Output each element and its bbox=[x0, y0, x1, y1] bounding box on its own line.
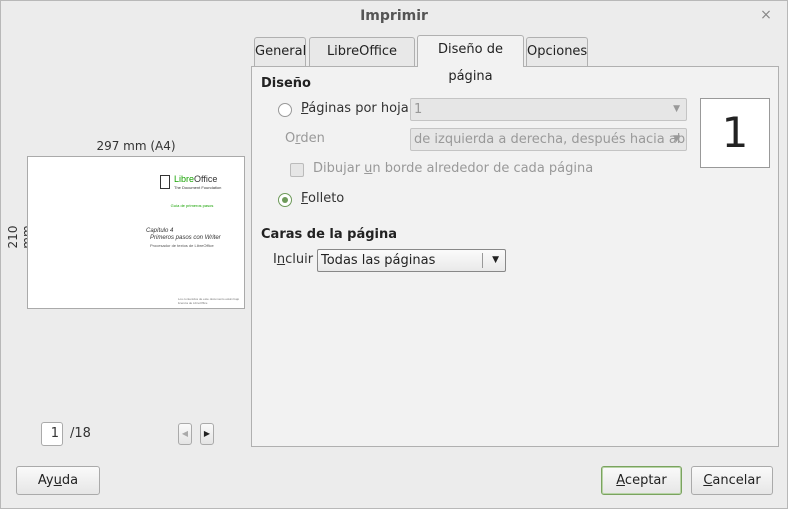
title-bar: Imprimir × bbox=[1, 1, 787, 31]
chevron-down-icon: ▼ bbox=[673, 104, 680, 114]
chevron-down-icon: ▼ bbox=[673, 134, 680, 144]
page-preview: LibreOffice The Document Foundation Guía… bbox=[27, 156, 245, 309]
help-button[interactable]: Ayuda bbox=[16, 466, 100, 495]
tab-libreoffice-writer[interactable]: LibreOffice Writer bbox=[309, 37, 415, 86]
preview-logo-sub: The Document Foundation bbox=[174, 185, 222, 190]
include-label: Incluir bbox=[273, 252, 314, 267]
include-select[interactable]: Todas las páginas ▼ bbox=[317, 249, 506, 272]
next-page-button[interactable]: ▶ bbox=[200, 423, 214, 445]
preview-width-label: 297 mm (A4) bbox=[96, 139, 176, 153]
preview-guide-title: Guía de primeros pasos bbox=[170, 203, 214, 208]
preview-chapter-title: Primeros pasos con Writer bbox=[150, 235, 221, 241]
order-label: Orden bbox=[285, 131, 325, 146]
chevron-down-icon: ▼ bbox=[492, 255, 499, 265]
draw-border-checkbox[interactable] bbox=[290, 163, 304, 177]
preview-footer: Los contenidos de este documento están b… bbox=[178, 297, 240, 305]
libreoffice-logo-icon bbox=[160, 175, 170, 189]
preview-chapter-subtitle: Procesador de textos de LibreOffice bbox=[150, 243, 214, 248]
select-separator bbox=[482, 253, 483, 268]
page-sides-section-title: Caras de la página bbox=[261, 227, 398, 242]
brochure-label: Folleto bbox=[301, 191, 345, 206]
print-dialog: Imprimir × 297 mm (A4) 210 mm LibreOffic… bbox=[0, 0, 788, 509]
draw-border-label: Dibujar un borde alrededor de cada págin… bbox=[313, 161, 594, 176]
tab-general[interactable]: General bbox=[254, 37, 306, 66]
close-icon[interactable]: × bbox=[757, 6, 775, 24]
order-combo[interactable]: de izquierda a derecha, después hacia ab… bbox=[410, 128, 687, 151]
tab-options[interactable]: Opciones bbox=[526, 37, 588, 66]
preview-logo-name: LibreOffice bbox=[174, 174, 218, 184]
layout-section-title: Diseño bbox=[261, 76, 311, 91]
pages-per-sheet-combo[interactable]: 1 ▼ bbox=[410, 98, 687, 121]
previous-page-button[interactable]: ◀ bbox=[178, 423, 192, 445]
preview-chapter: Capítulo 4 bbox=[146, 228, 174, 234]
current-page-field[interactable]: 1 bbox=[41, 422, 63, 446]
layout-preview-number: 1 bbox=[700, 98, 770, 168]
ok-button[interactable]: Aceptar bbox=[601, 466, 682, 495]
total-pages-label: /18 bbox=[70, 426, 91, 441]
cancel-button[interactable]: Cancelar bbox=[691, 466, 773, 495]
tab-page-layout[interactable]: Diseño de página bbox=[417, 35, 524, 84]
dialog-title: Imprimir bbox=[360, 8, 428, 24]
pages-per-sheet-label: Páginas por hoja bbox=[301, 101, 409, 116]
brochure-radio[interactable] bbox=[278, 193, 292, 207]
pages-per-sheet-radio[interactable] bbox=[278, 103, 292, 117]
